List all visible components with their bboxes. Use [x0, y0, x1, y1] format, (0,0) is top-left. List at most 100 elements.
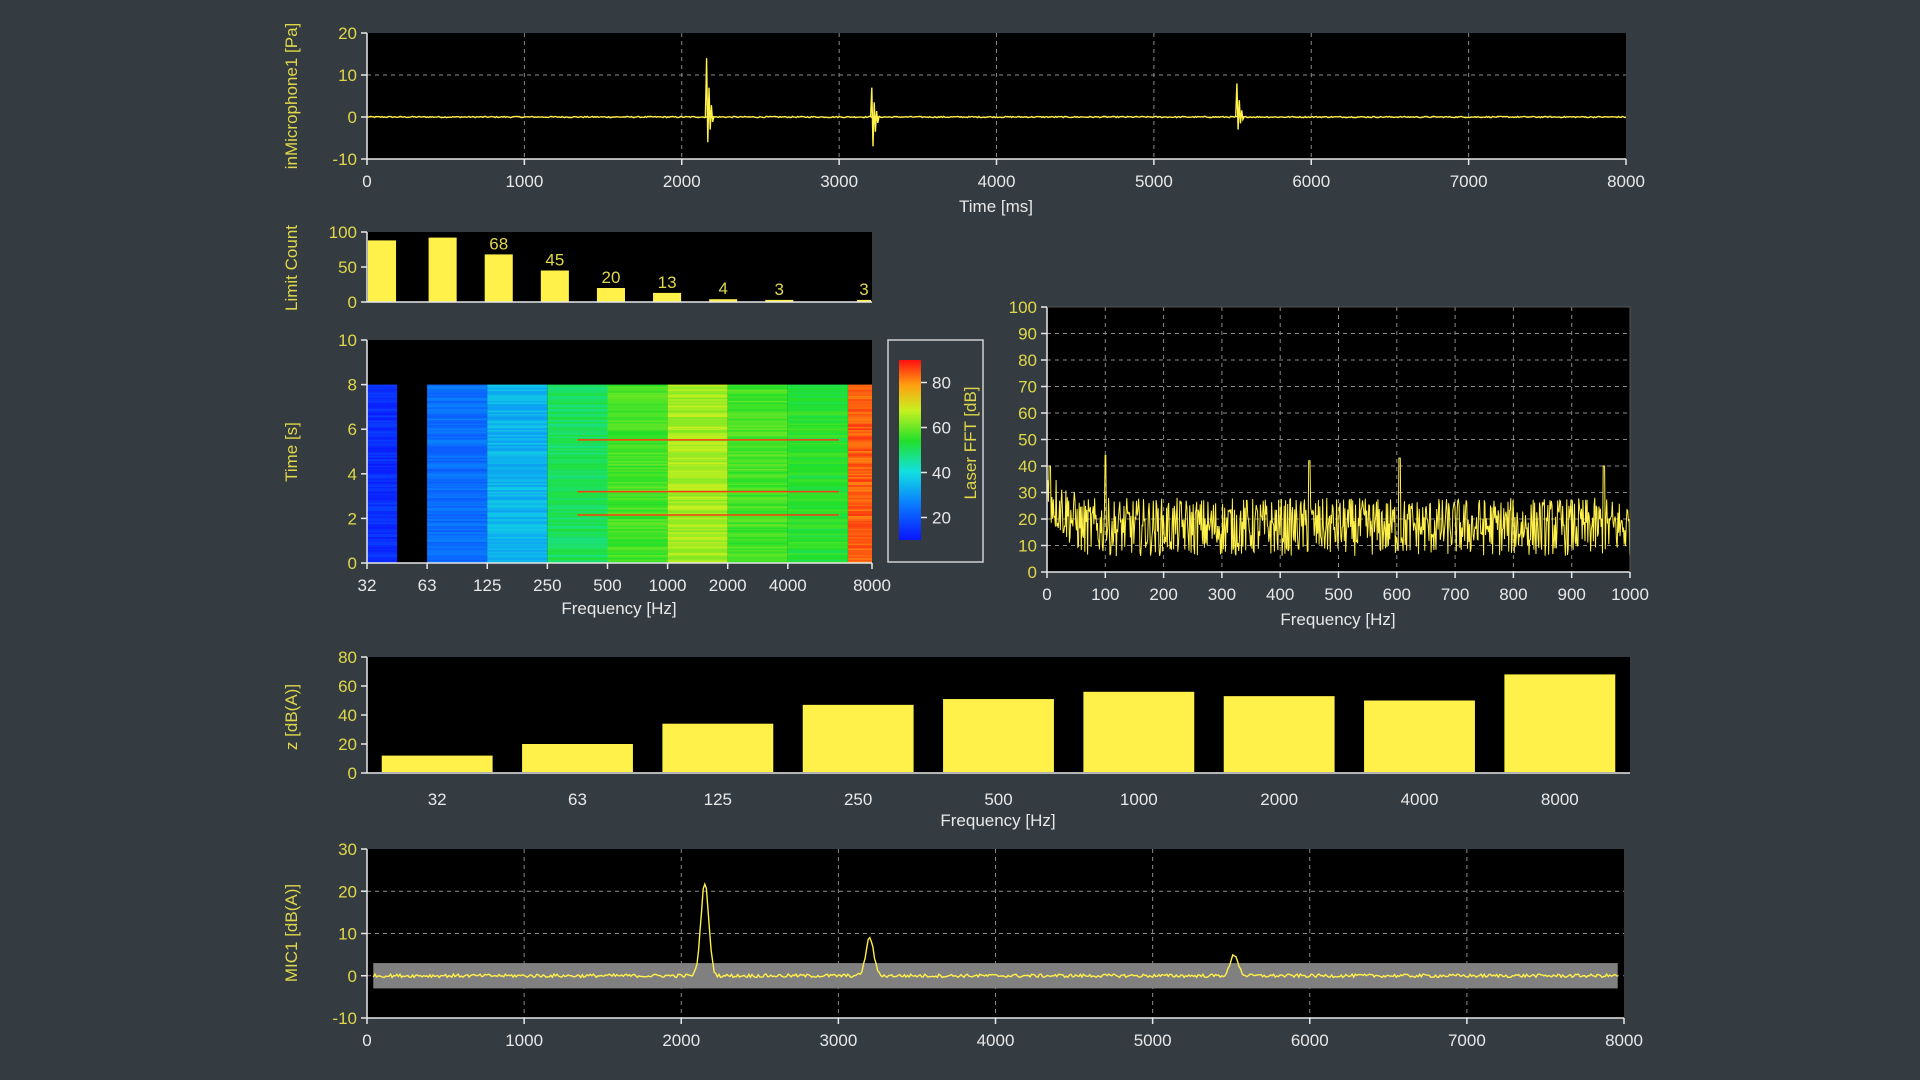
octave-level-bar	[1083, 691, 1195, 772]
octave-level-bar	[802, 704, 914, 772]
spectrogram-heatmap	[367, 384, 872, 564]
x-tick-label: 800	[1499, 585, 1527, 604]
x-tick-label: 4000	[1401, 790, 1439, 809]
octave-level-bar	[943, 699, 1054, 772]
y-tick-label: 40	[338, 706, 357, 725]
x-tick-label: 4000	[978, 172, 1016, 191]
limit-count-value-label: 68	[489, 234, 508, 253]
y-tick-label: 4	[348, 465, 357, 484]
y-tick-label: 0	[348, 967, 357, 986]
y-tick-label: 100	[1009, 298, 1037, 317]
microphone-time-ylabel: inMicrophone1 [Pa]	[282, 23, 301, 169]
colorbar-tick-label: 80	[932, 374, 951, 393]
octave-level-bar	[522, 744, 633, 772]
x-tick-label: 4000	[977, 1031, 1015, 1050]
y-tick-label: 80	[1018, 351, 1037, 370]
x-tick-label: 0	[1042, 585, 1051, 604]
limit-count-chart: 68 45 20 13 4 3 3 0 50 100 Limit Count	[282, 223, 872, 312]
colorbar-label: Laser FFT [dB]	[961, 386, 980, 499]
microphone-time-chart: 0 1000 2000 3000 4000 5000 6000 7000 8000 -10 0 10 2…	[282, 23, 1645, 216]
x-tick-label: 500	[984, 790, 1012, 809]
microphone-time-xlabel: Time [ms]	[959, 197, 1033, 216]
x-tick-label: 5000	[1134, 1031, 1172, 1050]
x-tick-label: 0	[362, 1031, 371, 1050]
tolerance-band	[373, 963, 1618, 989]
x-tick-label: 2000	[663, 172, 701, 191]
y-tick-label: 0	[348, 764, 357, 783]
y-tick-label: 20	[338, 24, 357, 43]
x-tick-label: 200	[1149, 585, 1177, 604]
y-tick-label: -10	[332, 150, 357, 169]
y-tick-label: 8	[348, 376, 357, 395]
y-tick-label: -10	[332, 1009, 357, 1028]
y-tick-label: 50	[338, 258, 357, 277]
x-tick-label: 125	[473, 576, 501, 595]
x-tick-label: 8000	[1605, 1031, 1643, 1050]
y-tick-label: 90	[1018, 325, 1037, 344]
mic1-level-chart: 0 1000 2000 3000 4000 5000 6000 7000 8000 -10 0 10 2…	[282, 840, 1643, 1050]
y-tick-label: 20	[1018, 510, 1037, 529]
x-tick-label: 3000	[820, 172, 858, 191]
y-tick-label: 10	[338, 925, 357, 944]
y-tick-label: 30	[1018, 484, 1037, 503]
y-tick-label: 30	[338, 840, 357, 859]
colorbar-tick-label: 40	[932, 464, 951, 483]
x-tick-label: 250	[533, 576, 561, 595]
x-tick-label: 500	[593, 576, 621, 595]
limit-count-bar	[653, 292, 682, 302]
octave-level-bar	[1504, 674, 1616, 772]
y-tick-label: 20	[338, 882, 357, 901]
y-tick-label: 40	[1018, 457, 1037, 476]
x-tick-label: 2000	[709, 576, 747, 595]
x-tick-label: 700	[1441, 585, 1469, 604]
limit-count-value-label: 20	[602, 268, 621, 287]
spectrogram-xlabel: Frequency [Hz]	[561, 599, 676, 618]
y-tick-label: 60	[1018, 404, 1037, 423]
colorbar-tick-label: 20	[932, 509, 951, 528]
x-tick-label: 32	[428, 790, 447, 809]
y-tick-label: 20	[338, 735, 357, 754]
limit-count-value-label: 3	[859, 280, 868, 299]
x-tick-label: 63	[568, 790, 587, 809]
x-tick-label: 125	[704, 790, 732, 809]
x-tick-label: 900	[1558, 585, 1586, 604]
colorbar-gradient	[899, 360, 921, 540]
colorbar-ticks: 20 40 60 80	[921, 374, 951, 528]
x-tick-label: 0	[362, 172, 371, 191]
y-tick-label: 80	[338, 648, 357, 667]
octave-levels-chart: 32 63 125 250 500 1000 2000 4000 8000 0 20 40 60 80 F…	[282, 648, 1630, 830]
y-tick-label: 10	[338, 331, 357, 350]
y-tick-label: 2	[348, 509, 357, 528]
octave-level-bar	[662, 723, 774, 772]
limit-count-value-label: 13	[658, 273, 677, 292]
x-tick-label: 32	[358, 576, 377, 595]
x-tick-label: 8000	[853, 576, 891, 595]
spectrogram-chart: 32 63 125 250 500 1000 2000 4000 8000 0 2 4 6 8 10 Fre…	[282, 331, 891, 618]
limit-count-value-label: 3	[775, 280, 784, 299]
x-tick-label: 6000	[1292, 172, 1330, 191]
y-tick-label: 70	[1018, 378, 1037, 397]
octave-level-bar	[1223, 696, 1335, 772]
acoustic-analysis-dashboard: 0 1000 2000 3000 4000 5000 6000 7000 8000-100102…	[282, 23, 1649, 1050]
y-tick-label: 10	[1018, 537, 1037, 556]
x-tick-label: 7000	[1448, 1031, 1486, 1050]
x-tick-label: 1000	[1120, 790, 1158, 809]
x-tick-label: 4000	[769, 576, 807, 595]
octave-levels-xlabel: Frequency [Hz]	[940, 811, 1055, 830]
limit-count-bar	[596, 288, 625, 302]
y-tick-label: 0	[348, 108, 357, 127]
x-tick-label: 63	[418, 576, 437, 595]
x-tick-label: 1000	[1611, 585, 1649, 604]
x-tick-label: 500	[1324, 585, 1352, 604]
y-tick-label: 100	[329, 223, 357, 242]
x-tick-label: 100	[1091, 585, 1119, 604]
x-tick-label: 1000	[505, 172, 543, 191]
y-tick-label: 6	[348, 420, 357, 439]
x-tick-label: 2000	[662, 1031, 700, 1050]
limit-count-bar	[540, 270, 569, 302]
y-tick-label: 0	[348, 554, 357, 573]
x-tick-label: 2000	[1260, 790, 1298, 809]
laser-fft-xlabel: Frequency [Hz]	[1280, 610, 1395, 629]
limit-count-ylabel: Limit Count	[282, 225, 301, 311]
octave-level-bar	[381, 755, 493, 772]
